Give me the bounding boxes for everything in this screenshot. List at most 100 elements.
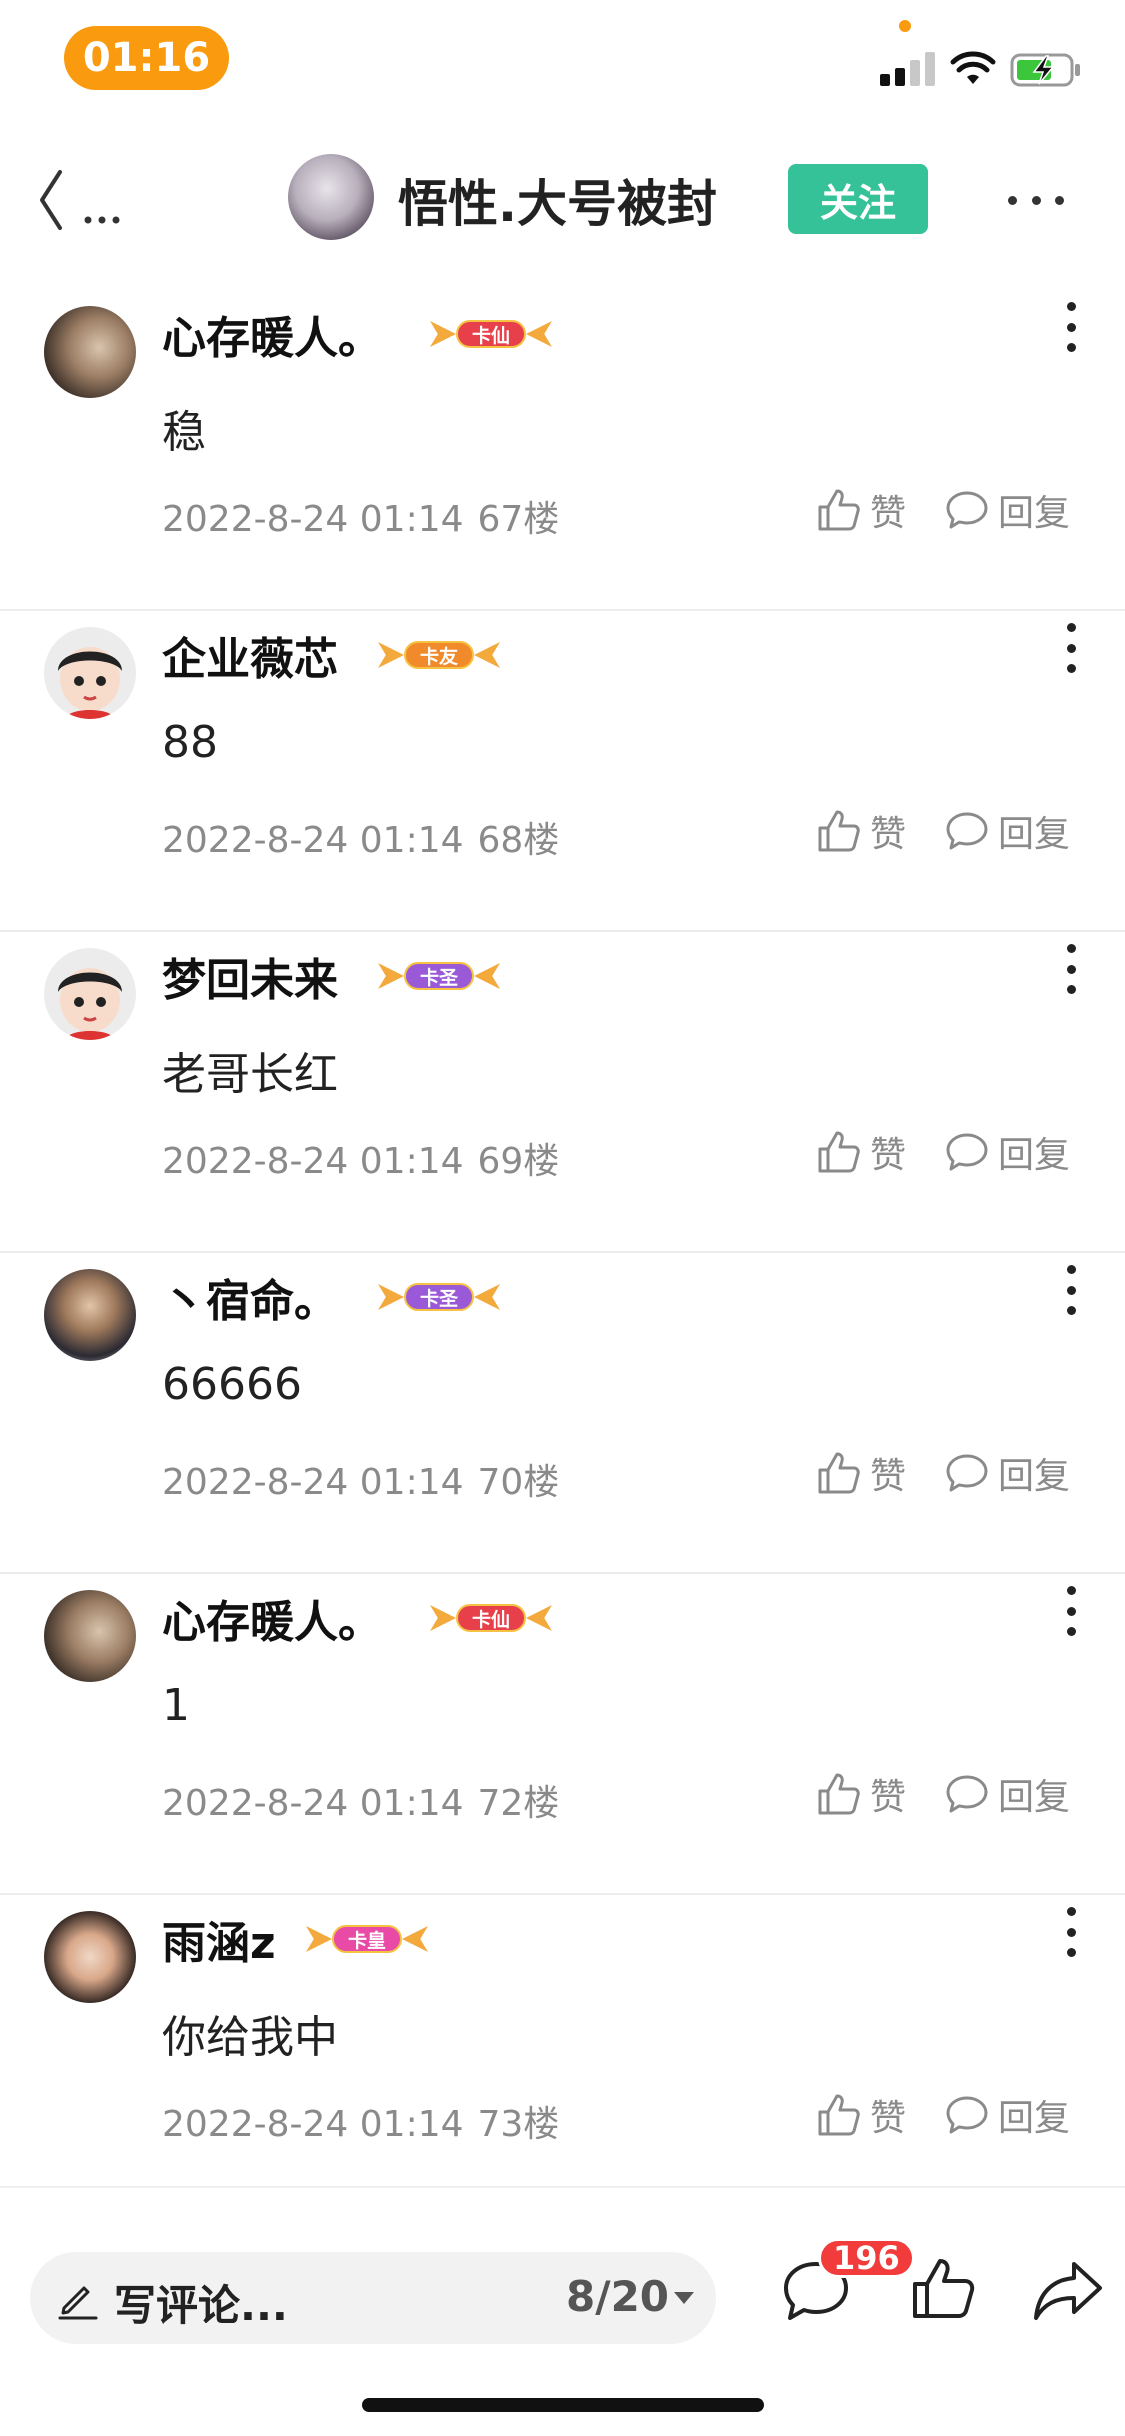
comment-date: 2022-8-24 01:14 — [162, 499, 464, 540]
comment-floor: 69楼 — [477, 1141, 560, 1182]
thumbs-up-icon — [818, 1452, 860, 1494]
comment-floor: 68楼 — [477, 820, 560, 861]
like-label: 赞 — [870, 2098, 907, 2139]
badge-wing-icon — [526, 1605, 553, 1631]
comment-date: 2022-8-24 01:14 — [162, 1141, 464, 1182]
comment-more-button[interactable] — [1064, 302, 1078, 352]
badge-label: 卡圣 — [404, 962, 475, 990]
avatar[interactable] — [44, 1269, 136, 1361]
comment-item: 梦回未来 卡圣 老哥长红 2022-8-24 01:14 69楼 赞 回复 — [0, 932, 1125, 1253]
comment-text: 稳 — [162, 407, 206, 458]
avatar[interactable] — [44, 627, 136, 719]
badge-wing-icon — [474, 642, 501, 668]
level-badge: 卡圣 — [378, 1275, 501, 1319]
like-label: 赞 — [870, 1135, 907, 1176]
comment-username[interactable]: 企业薇芯 — [162, 623, 338, 687]
badge-label: 卡圣 — [404, 1283, 475, 1311]
comment-more-button[interactable] — [1064, 1586, 1078, 1636]
comment-meta: 2022-8-24 01:14 70楼 — [162, 1453, 559, 1505]
like-label: 赞 — [870, 814, 907, 855]
reply-button[interactable]: 回复 — [944, 484, 1070, 536]
reply-button[interactable]: 回复 — [944, 2089, 1070, 2141]
level-badge: 卡皇 — [306, 1917, 429, 1961]
avatar[interactable] — [44, 1911, 136, 2003]
like-label: 赞 — [870, 1456, 907, 1497]
reply-label: 回复 — [998, 814, 1071, 855]
like-button[interactable]: 赞 — [816, 1768, 906, 1820]
cellular-signal-icon — [880, 50, 935, 86]
badge-wing-icon — [402, 1926, 429, 1952]
avatar[interactable] — [44, 1590, 136, 1682]
badge-wing-icon — [526, 321, 553, 347]
wifi-icon — [950, 51, 996, 84]
comment-username[interactable]: 丶宿命。 — [162, 1265, 338, 1329]
reply-button[interactable]: 回复 — [944, 1768, 1070, 1820]
author-name[interactable]: 悟性.大号被封 — [398, 164, 717, 236]
comment-bubble-icon — [946, 812, 988, 850]
badge-wing-icon — [430, 321, 456, 347]
comment-more-button[interactable] — [1064, 1265, 1078, 1315]
level-badge: 卡友 — [378, 633, 501, 677]
like-label: 赞 — [870, 493, 907, 534]
badge-wing-icon — [474, 1284, 501, 1310]
like-button[interactable]: 赞 — [816, 1126, 906, 1178]
home-indicator[interactable] — [362, 2398, 764, 2412]
avatar[interactable] — [44, 306, 136, 398]
write-comment-input[interactable]: 写评论... 8/20 — [30, 2252, 716, 2344]
share-arrow-icon[interactable] — [1032, 2258, 1104, 2324]
like-button[interactable]: 赞 — [816, 1447, 906, 1499]
comment-date: 2022-8-24 01:14 — [162, 1783, 464, 1824]
badge-wing-icon — [306, 1926, 332, 1952]
comment-date: 2022-8-24 01:14 — [162, 820, 464, 861]
chevron-down-icon — [674, 2292, 694, 2304]
thumbs-up-icon — [818, 489, 860, 531]
comment-text: 66666 — [162, 1359, 302, 1410]
comment-item: 心存暖人。 卡仙 稳 2022-8-24 01:14 67楼 赞 回复 — [0, 290, 1125, 611]
cartoon-avatar-icon — [58, 647, 122, 719]
reply-button[interactable]: 回复 — [944, 1126, 1070, 1178]
like-button[interactable]: 赞 — [816, 484, 906, 536]
like-button[interactable]: 赞 — [816, 805, 906, 857]
thumbs-up-icon — [818, 2094, 860, 2136]
comment-username[interactable]: 梦回未来 — [162, 944, 338, 1008]
comment-text: 88 — [162, 717, 218, 768]
page-indicator[interactable]: 8/20 — [566, 2272, 669, 2321]
comment-meta: 2022-8-24 01:14 73楼 — [162, 2095, 559, 2147]
comment-username[interactable]: 雨涵z — [162, 1907, 276, 1971]
reply-button[interactable]: 回复 — [944, 1447, 1070, 1499]
comment-item: 企业薇芯 卡友 88 2022-8-24 01:14 68楼 赞 回复 — [0, 611, 1125, 932]
comment-floor: 72楼 — [477, 1783, 560, 1824]
like-button[interactable]: 赞 — [816, 2089, 906, 2141]
comment-floor: 70楼 — [477, 1462, 560, 1503]
reply-button[interactable]: 回复 — [944, 805, 1070, 857]
mic-indicator-dot — [899, 20, 911, 32]
comment-item: 雨涵z 卡皇 你给我中 2022-8-24 01:14 73楼 赞 回复 — [0, 1895, 1125, 2216]
comment-more-button[interactable] — [1064, 623, 1078, 673]
thumbs-up-icon — [818, 1131, 860, 1173]
comment-more-button[interactable] — [1064, 944, 1078, 994]
comment-username[interactable]: 心存暖人。 — [162, 1586, 382, 1650]
comment-bubble-icon — [946, 1775, 988, 1813]
badge-label: 卡友 — [404, 641, 475, 669]
avatar[interactable] — [44, 948, 136, 1040]
battery-charging-icon — [1010, 53, 1080, 87]
comment-username[interactable]: 心存暖人。 — [162, 302, 382, 366]
status-time: 01:16 — [64, 26, 229, 90]
pencil-icon — [58, 2286, 98, 2320]
author-avatar[interactable] — [288, 154, 374, 240]
more-options-button[interactable] — [1008, 180, 1064, 220]
comment-text: 老哥长红 — [162, 1049, 338, 1100]
back-button[interactable] — [36, 164, 136, 234]
badge-wing-icon — [430, 1605, 456, 1631]
comment-floor: 67楼 — [477, 499, 560, 540]
thumbs-up-icon[interactable] — [910, 2256, 976, 2322]
badge-wing-icon — [378, 642, 404, 668]
follow-button[interactable]: 关注 — [788, 164, 928, 234]
comment-bubble-icon — [946, 1133, 988, 1171]
comment-item: 心存暖人。 卡仙 1 2022-8-24 01:14 72楼 赞 回复 — [0, 1574, 1125, 1895]
comment-meta: 2022-8-24 01:14 67楼 — [162, 490, 559, 542]
comment-more-button[interactable] — [1064, 1907, 1078, 1957]
level-badge: 卡仙 — [430, 312, 553, 356]
comment-bubble-icon — [946, 1454, 988, 1492]
badge-label: 卡仙 — [456, 1604, 527, 1632]
